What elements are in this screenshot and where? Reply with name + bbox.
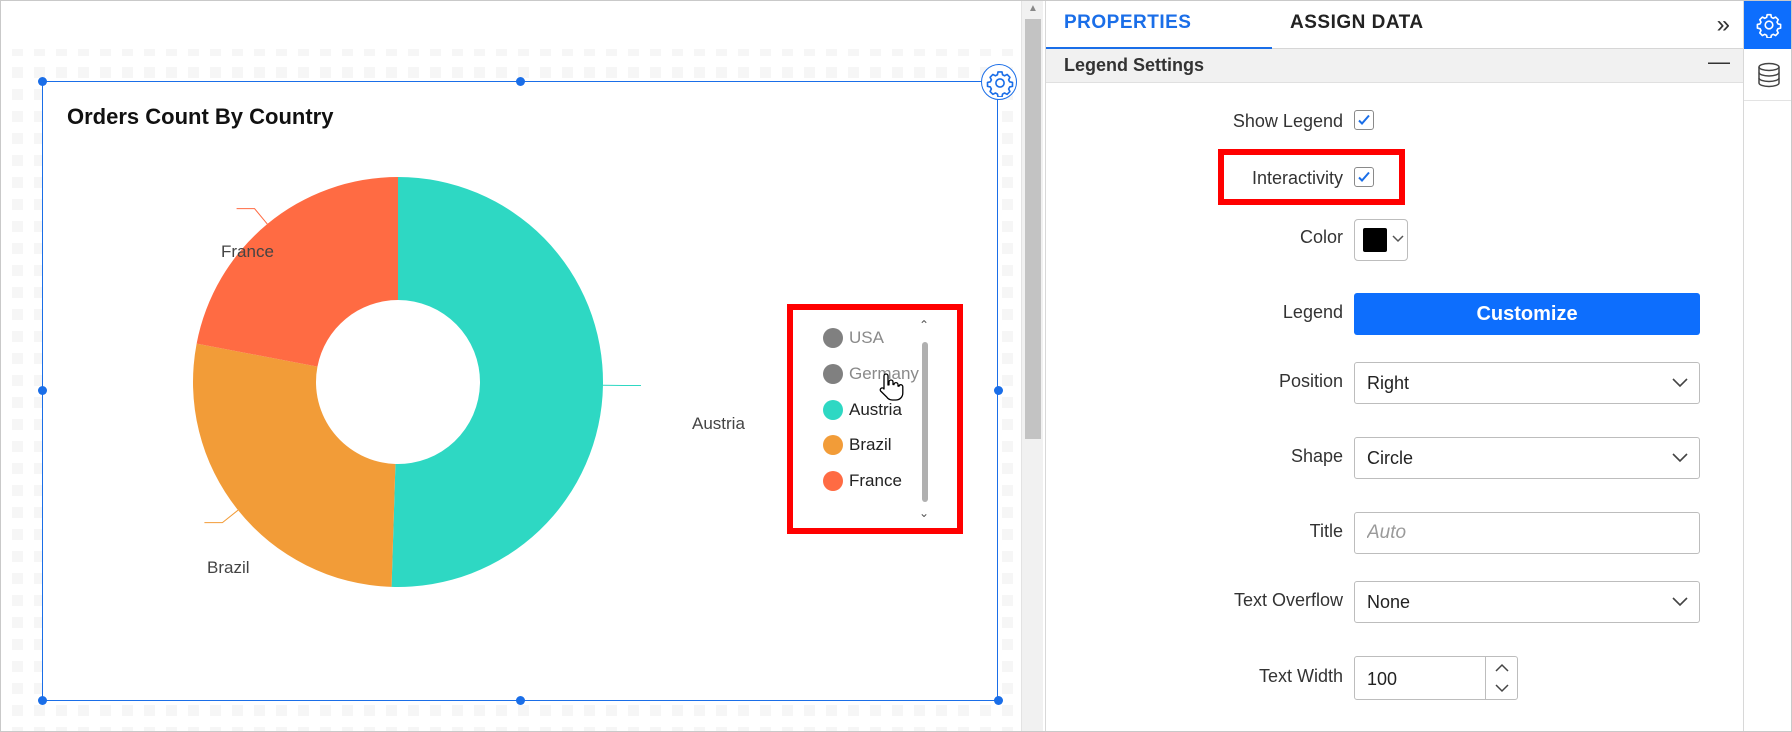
chevron-up-icon[interactable] (1494, 661, 1510, 675)
legend-scroll-up-icon[interactable]: ⌃ (919, 318, 929, 332)
slice-label-france: France (221, 242, 274, 261)
hand-cursor-icon (879, 373, 904, 401)
collapse-section-icon[interactable]: — (1708, 49, 1730, 75)
legend-item[interactable]: France (823, 469, 902, 493)
interactivity-label: Interactivity (1251, 168, 1343, 188)
canvas-vertical-scrollbar[interactable]: ▲ (1021, 1, 1043, 731)
legend-marker (823, 400, 843, 420)
donut-slice-austria[interactable] (391, 177, 604, 587)
right-icon-rail (1743, 1, 1791, 731)
text-width-label: Text Width (1258, 666, 1343, 686)
legend-settings-header[interactable]: Legend Settings — (1046, 49, 1744, 83)
widget-settings-button[interactable] (981, 64, 1017, 100)
scroll-up-icon[interactable]: ▲ (1028, 3, 1038, 14)
legend-scroll-down-icon[interactable]: ⌄ (919, 506, 929, 520)
properties-panel: PROPERTIES ASSIGN DATA » Legend Settings… (1045, 1, 1744, 731)
chart-legend: ⌃ USA Germany Austria Brazil France ⌄ (787, 304, 963, 534)
show-legend-checkbox[interactable] (1354, 110, 1374, 130)
text-overflow-value: None (1367, 592, 1411, 612)
color-picker[interactable] (1354, 219, 1408, 261)
leader-line-france (236, 208, 268, 225)
shape-dropdown[interactable]: Circle (1354, 437, 1700, 479)
section-title: Legend Settings (1064, 55, 1205, 75)
checkmark-icon (1358, 171, 1370, 182)
shape-label: Shape (1290, 446, 1343, 466)
properties-rail-button[interactable] (1744, 1, 1791, 49)
panel-tabs: PROPERTIES ASSIGN DATA » (1046, 1, 1744, 50)
chevron-down-icon (1672, 597, 1688, 607)
resize-handle-right[interactable] (994, 386, 1003, 395)
chevron-down-icon[interactable] (1494, 681, 1510, 695)
resize-handle-bottom-right[interactable] (994, 696, 1003, 705)
legend-marker (823, 364, 843, 384)
shape-value: Circle (1367, 448, 1414, 468)
title-label: Title (1309, 521, 1343, 541)
text-overflow-dropdown[interactable]: None (1354, 581, 1700, 623)
leader-line-brazil (204, 509, 239, 524)
slice-label-brazil: Brazil (207, 558, 250, 577)
legend-item[interactable]: Brazil (823, 433, 892, 457)
legend-label: Legend (1282, 302, 1343, 322)
legend-label: USA (849, 328, 884, 347)
app-window: Orders Count By Country Austria France B… (0, 0, 1792, 732)
design-canvas[interactable]: Orders Count By Country Austria France B… (1, 1, 1017, 731)
chevron-down-icon (1672, 453, 1688, 463)
legend-label: Brazil (849, 435, 892, 454)
donut-slice-brazil[interactable] (193, 343, 396, 587)
position-value: Right (1367, 373, 1410, 393)
gear-icon (986, 71, 1014, 97)
checkmark-icon (1358, 114, 1370, 125)
legend-marker (823, 328, 843, 348)
database-icon (1758, 62, 1780, 88)
show-legend-label: Show Legend (1232, 111, 1343, 131)
legend-marker (823, 471, 843, 491)
position-label: Position (1278, 371, 1343, 391)
chevron-down-icon (1672, 378, 1688, 388)
legend-label: France (849, 471, 902, 490)
donut-chart (193, 177, 641, 587)
tab-assign-data[interactable]: ASSIGN DATA (1290, 1, 1424, 49)
text-overflow-label: Text Overflow (1233, 590, 1343, 610)
slice-label-austria: Austria (692, 414, 745, 433)
color-swatch (1363, 228, 1387, 252)
chart-widget[interactable]: Orders Count By Country Austria France B… (38, 64, 1017, 705)
donut-slice-france[interactable] (196, 177, 398, 367)
chevron-down-icon (1392, 235, 1404, 243)
data-source-rail-button[interactable] (1744, 49, 1791, 101)
scrollbar-thumb[interactable] (1025, 19, 1041, 439)
tab-properties[interactable]: PROPERTIES (1046, 1, 1274, 50)
canvas-top-strip (1, 1, 1017, 49)
gear-icon (1756, 13, 1782, 38)
position-dropdown[interactable]: Right (1354, 362, 1700, 404)
text-width-stepper[interactable]: 100 (1354, 656, 1518, 700)
interactivity-checkbox[interactable] (1354, 167, 1374, 187)
color-label: Color (1299, 227, 1343, 247)
stepper-buttons (1485, 657, 1518, 699)
legend-label: Austria (849, 400, 902, 419)
text-width-value: 100 (1367, 669, 1398, 689)
collapse-panel-icon[interactable]: » (1717, 11, 1730, 39)
legend-marker (823, 435, 843, 455)
title-input[interactable] (1354, 512, 1700, 554)
legend-item[interactable]: USA (823, 326, 884, 350)
legend-scrollbar[interactable] (922, 342, 928, 502)
customize-button[interactable]: Customize (1354, 293, 1700, 335)
